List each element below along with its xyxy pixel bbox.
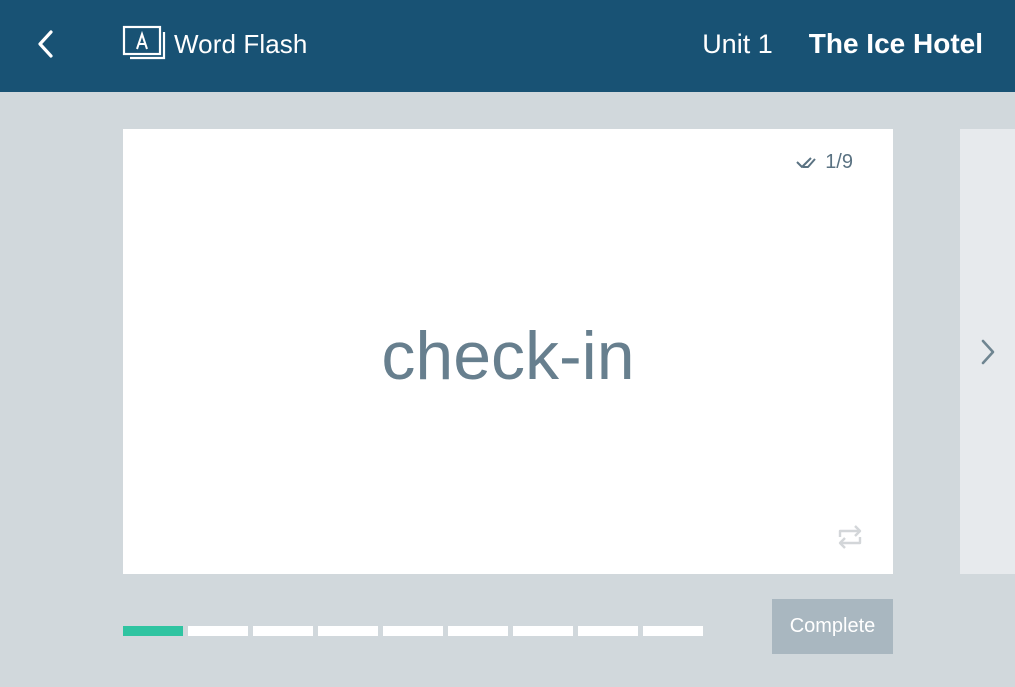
progress-segment [253, 626, 313, 636]
progress-segment [383, 626, 443, 636]
app-brand: Word Flash [122, 22, 307, 66]
progress-segment [318, 626, 378, 636]
card-counter: 1/9 [795, 151, 853, 174]
double-check-icon [796, 156, 816, 168]
lesson-title: The Ice Hotel [808, 28, 983, 59]
flashcard-word: check-in [381, 318, 635, 394]
progress-segment [643, 626, 703, 636]
lesson-info: Unit 1 The Ice Hotel [702, 22, 983, 66]
progress-segment [448, 626, 508, 636]
app-header: Word Flash Unit 1 The Ice Hotel [0, 0, 1015, 92]
flashcard-letter-a-icon [122, 25, 166, 60]
flip-card-icon [838, 525, 862, 549]
progress-segment [123, 626, 183, 636]
progress-segment [578, 626, 638, 636]
flashcard[interactable]: 1/9 check-in [123, 129, 893, 574]
progress-segment [188, 626, 248, 636]
back-button[interactable] [26, 24, 66, 64]
flip-card-button[interactable] [833, 520, 867, 554]
chevron-right-icon [981, 339, 994, 364]
chevron-left-icon [38, 30, 53, 58]
card-counter-text: 1/9 [825, 151, 853, 173]
progress-segment [513, 626, 573, 636]
progress-bar [123, 626, 708, 636]
complete-button[interactable]: Complete [772, 599, 893, 654]
next-card-button[interactable] [960, 129, 1015, 574]
unit-label: Unit 1 [702, 28, 773, 59]
app-name: Word Flash [174, 28, 308, 59]
